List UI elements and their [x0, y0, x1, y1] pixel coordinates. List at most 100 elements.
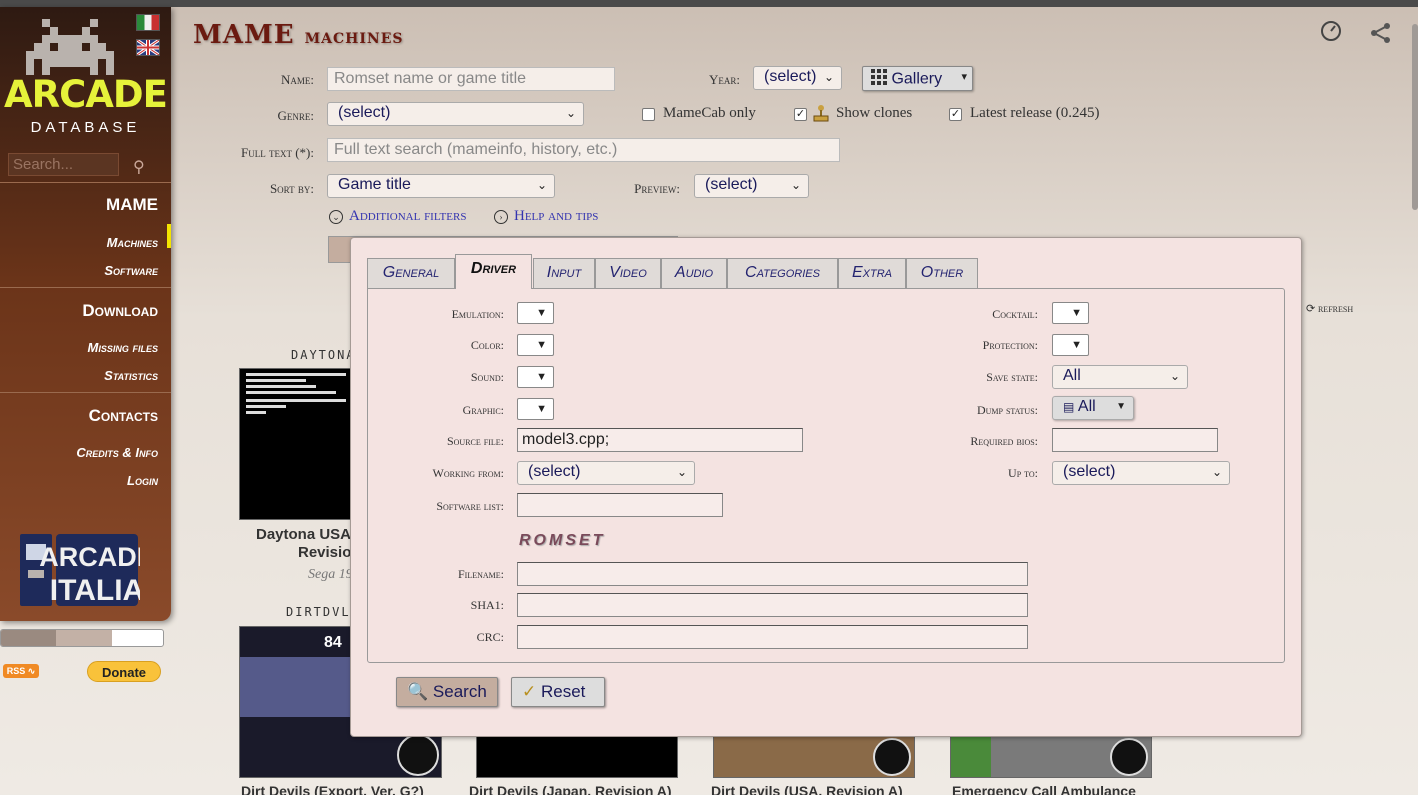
caret-down-icon: ▼: [1116, 401, 1126, 412]
divider: [0, 287, 171, 288]
view-mode-button[interactable]: Gallery ▾: [862, 66, 973, 91]
sort-select[interactable]: Game title ⌄: [327, 174, 555, 198]
protection-select[interactable]: ▼: [1052, 334, 1089, 356]
result-thumbnail[interactable]: [950, 736, 1152, 778]
protection-label: Protection:: [982, 338, 1038, 352]
tab-categories[interactable]: Categories: [727, 258, 838, 288]
dump-status-button[interactable]: ▤ All ▼: [1052, 396, 1134, 420]
result-thumbnail[interactable]: [239, 368, 351, 520]
chip-icon: ▤: [1063, 400, 1075, 414]
filename-input[interactable]: [517, 562, 1028, 586]
help-tips-link[interactable]: › Help and tips: [494, 208, 598, 225]
up-to-select[interactable]: (select) ⌄: [1052, 461, 1230, 485]
sidebar-item-mame[interactable]: MAME: [106, 195, 158, 215]
sha1-input[interactable]: [517, 593, 1028, 617]
share-icon[interactable]: [1370, 22, 1392, 50]
dialog-search-label: Search: [432, 682, 487, 701]
sidebar-item-credits[interactable]: Credits & Info: [76, 445, 158, 460]
arcade-italia-logo[interactable]: ARCADE ITALIA: [20, 530, 140, 610]
genre-label: Genre:: [277, 108, 315, 123]
graphic-select[interactable]: ▼: [517, 398, 554, 420]
additional-filters-link[interactable]: ⌄ Additional filters: [329, 208, 466, 225]
sidebar-item-statistics[interactable]: Statistics: [104, 368, 158, 383]
site-logo-subtitle: DATABASE: [30, 119, 141, 136]
fulltext-input[interactable]: Full text search (mameinfo, history, etc…: [327, 138, 840, 162]
dialog-search-button[interactable]: 🔍 Search: [396, 677, 498, 707]
refresh-icon: ⟳: [1306, 303, 1316, 315]
tab-video[interactable]: Video: [595, 258, 661, 288]
uk-flag-icon[interactable]: [136, 38, 160, 57]
result-maker: Sega 19: [308, 567, 353, 582]
sidebar-search-input[interactable]: Search...: [8, 153, 119, 176]
tab-other[interactable]: Other: [906, 258, 978, 288]
mamecab-checkbox[interactable]: [642, 108, 655, 121]
result-title[interactable]: Daytona USA: [256, 526, 351, 543]
sidebar-item-missing-files[interactable]: Missing files: [88, 340, 158, 355]
magnifier-icon: 🔍: [407, 682, 429, 701]
view-mode-label: Gallery: [891, 70, 943, 88]
sidebar-item-contacts[interactable]: Contacts: [89, 406, 158, 426]
italian-flag-icon[interactable]: [136, 14, 160, 31]
save-state-value: All: [1063, 367, 1081, 384]
cocktail-select[interactable]: ▼: [1052, 302, 1089, 324]
color-select[interactable]: ▼: [517, 334, 554, 356]
dump-status-label: Dump status:: [976, 403, 1038, 417]
refresh-button[interactable]: ⟳ refresh: [1306, 302, 1353, 315]
working-from-select[interactable]: (select) ⌄: [517, 461, 695, 485]
preview-value: (select): [705, 176, 758, 193]
tab-general[interactable]: General: [367, 258, 455, 288]
source-file-label: Source file:: [446, 434, 504, 448]
emulation-select[interactable]: ▼: [517, 302, 554, 324]
search-icon[interactable]: ⚲: [133, 157, 145, 177]
required-bios-input[interactable]: [1052, 428, 1218, 452]
tab-input[interactable]: Input: [533, 258, 595, 288]
sidebar-item-software[interactable]: Software: [104, 263, 158, 278]
save-state-select[interactable]: All ⌄: [1052, 365, 1188, 389]
site-logo-text[interactable]: ARCADE: [4, 73, 168, 116]
funding-progress-bar: [0, 629, 164, 647]
name-input[interactable]: Romset name or game title: [327, 67, 615, 91]
working-from-value: (select): [528, 463, 581, 480]
broom-icon: ✓: [522, 682, 537, 701]
rss-feed-button[interactable]: RSS ∿: [3, 664, 39, 678]
sidebar-item-machines[interactable]: Machines: [107, 235, 158, 250]
refresh-label: refresh: [1317, 303, 1354, 315]
software-list-input[interactable]: [517, 493, 723, 517]
result-romset-tag: DAYTONA: [291, 348, 356, 362]
result-title[interactable]: Emergency Call Ambulance: [952, 783, 1136, 795]
page-title-sub: machines: [304, 24, 404, 48]
sound-label: Sound:: [470, 370, 504, 384]
page-scrollbar[interactable]: [1412, 24, 1418, 210]
result-title[interactable]: Dirt Devils (Export, Ver. G?): [241, 783, 424, 795]
source-file-input[interactable]: model3.cpp;: [517, 428, 803, 452]
latest-release-checkbox[interactable]: ✓: [949, 108, 962, 121]
sort-value: Game title: [338, 176, 411, 193]
tab-extra[interactable]: Extra: [838, 258, 906, 288]
preview-select[interactable]: (select) ⌄: [694, 174, 809, 198]
software-list-label: Software list:: [436, 499, 504, 513]
dialog-reset-button[interactable]: ✓ Reset: [511, 677, 605, 707]
show-clones-checkbox[interactable]: ✓: [794, 108, 807, 121]
chevron-down-icon: ⌄: [676, 465, 687, 479]
year-value: (select): [764, 68, 817, 85]
result-title[interactable]: Dirt Devils (Japan, Revision A): [469, 783, 672, 795]
result-title[interactable]: Dirt Devils (USA, Revision A): [711, 783, 903, 795]
up-to-value: (select): [1063, 463, 1116, 480]
result-thumbnail[interactable]: [713, 736, 915, 778]
genre-select[interactable]: (select) ⌄: [327, 102, 584, 126]
rss-label: RSS: [6, 666, 26, 676]
sidebar-item-download[interactable]: Download: [82, 301, 158, 321]
donate-button[interactable]: Donate: [87, 661, 161, 682]
tab-driver[interactable]: Driver: [455, 254, 532, 289]
joystick-icon: [813, 104, 829, 127]
speedometer-icon[interactable]: [1320, 20, 1342, 48]
result-thumbnail[interactable]: [476, 736, 678, 778]
crc-input[interactable]: [517, 625, 1028, 649]
sound-select[interactable]: ▼: [517, 366, 554, 388]
tab-audio[interactable]: Audio: [661, 258, 727, 288]
browser-top-strip: [0, 0, 1418, 7]
genre-value: (select): [338, 104, 391, 121]
year-select[interactable]: (select) ⌄: [753, 66, 842, 90]
sidebar-item-login[interactable]: Login: [127, 473, 158, 488]
crc-label: CRC:: [476, 630, 504, 644]
